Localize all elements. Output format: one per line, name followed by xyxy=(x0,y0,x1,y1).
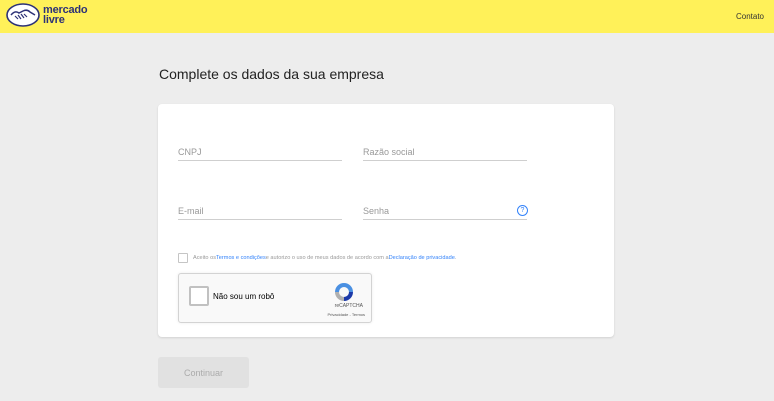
terms-consent: Aceito os Termos e condições e autorizo … xyxy=(178,253,456,263)
password-input[interactable] xyxy=(363,203,527,219)
mercado-livre-logo[interactable]: mercado livre xyxy=(6,2,88,28)
continue-button[interactable]: Continuar xyxy=(158,357,249,388)
terms-text-before: Aceito os xyxy=(193,255,217,261)
contact-link[interactable]: Contato xyxy=(736,12,764,21)
company-form-card: ? Aceito os Termos e condições e autoriz… xyxy=(158,104,614,337)
page-title: Complete os dados da sua empresa xyxy=(159,66,384,82)
recaptcha-widget: Não sou um robô reCAPTCHA Privacidade - … xyxy=(178,273,372,323)
recaptcha-label: Não sou um robô xyxy=(213,292,275,301)
recaptcha-brand: reCAPTCHA xyxy=(334,303,363,309)
logo-text-line2: livre xyxy=(43,14,65,26)
logo-wordmark: mercado livre xyxy=(43,5,88,26)
recaptcha-checkbox[interactable] xyxy=(189,286,209,306)
password-field[interactable]: ? xyxy=(363,203,528,220)
company-name-input[interactable] xyxy=(363,144,527,160)
question-circle-icon[interactable]: ? xyxy=(517,205,528,216)
top-header: mercado livre Contato xyxy=(0,0,774,33)
terms-checkbox[interactable] xyxy=(178,253,188,263)
recaptcha-privacy-terms-links[interactable]: Privacidade - Termos xyxy=(328,312,366,317)
email-input[interactable] xyxy=(178,203,342,219)
cnpj-field[interactable] xyxy=(178,144,342,161)
cnpj-input[interactable] xyxy=(178,144,342,160)
terms-text-after: . xyxy=(454,255,457,261)
privacy-declaration-link[interactable]: Declaração de privacidade xyxy=(389,255,455,261)
terms-text-middle: e autorizo o uso de meus dados de acordo… xyxy=(265,255,389,261)
handshake-logo-icon xyxy=(6,3,40,27)
email-field[interactable] xyxy=(178,203,342,220)
recaptcha-logo-icon xyxy=(335,283,353,301)
terms-conditions-link[interactable]: Termos e condições xyxy=(216,255,266,261)
company-name-field[interactable] xyxy=(363,144,527,161)
